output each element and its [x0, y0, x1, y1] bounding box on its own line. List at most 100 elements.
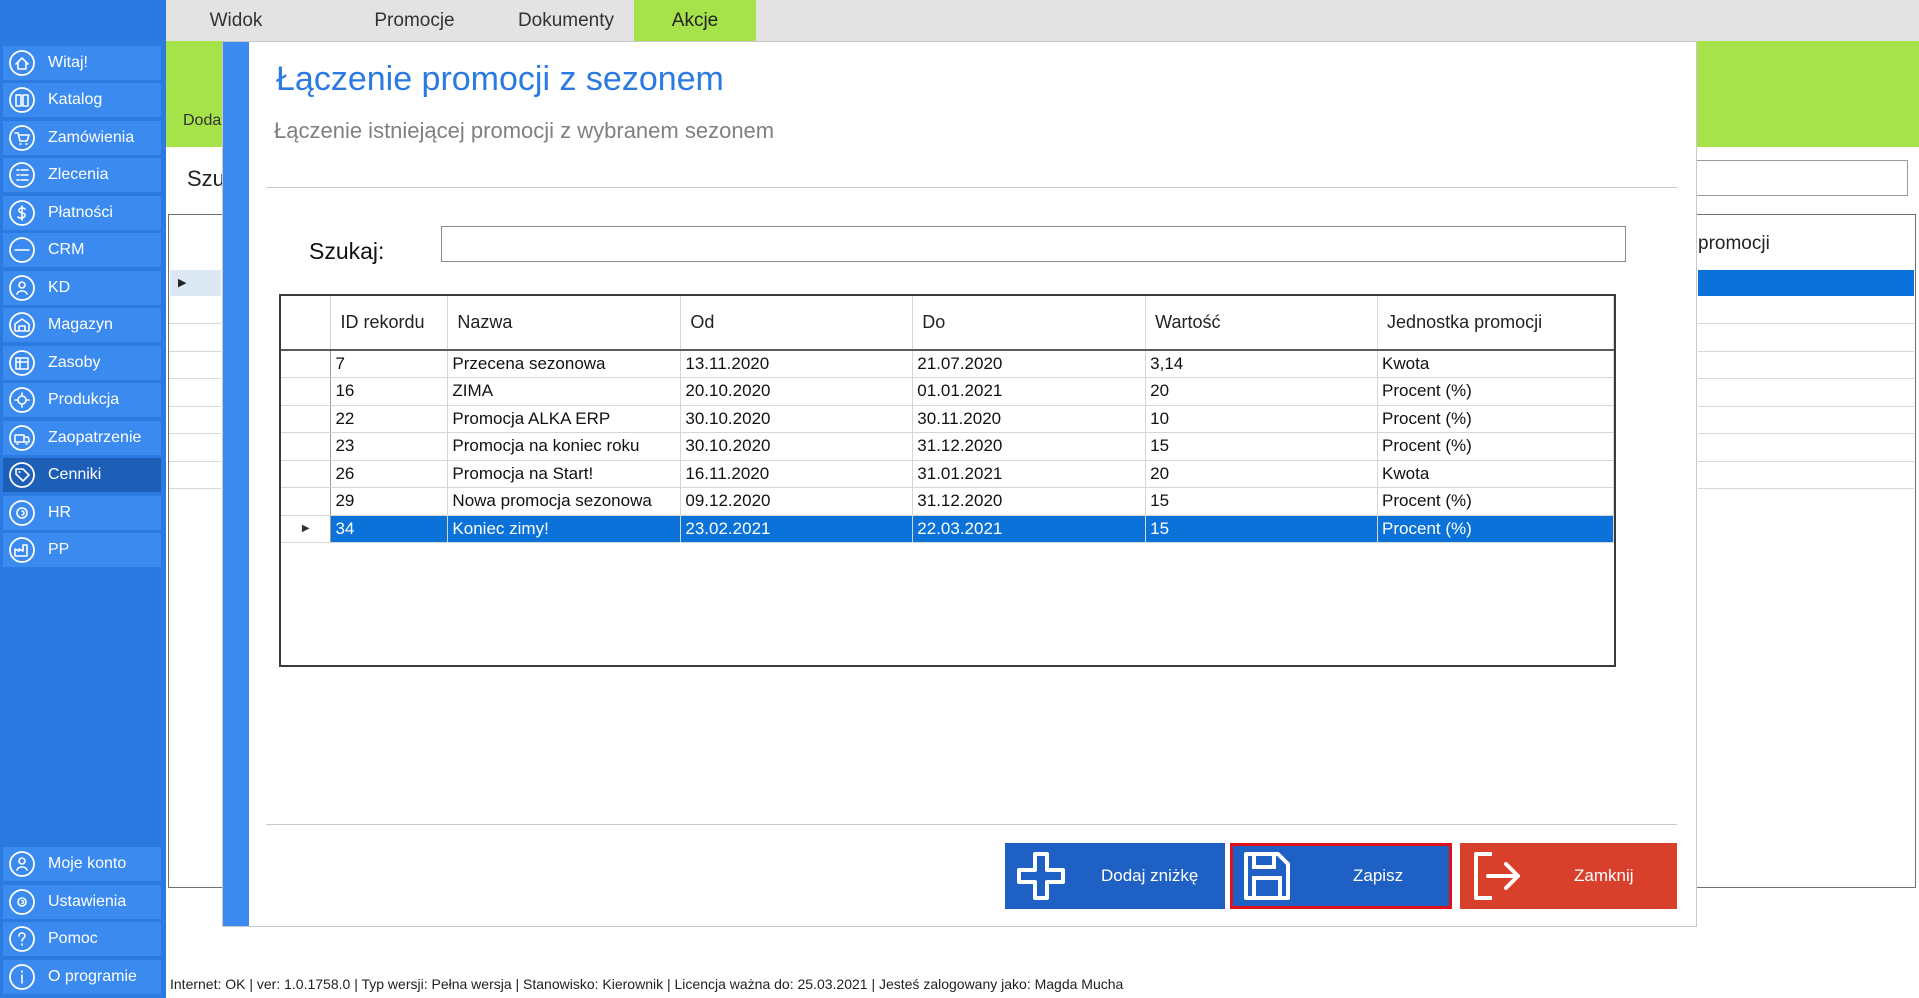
sidebar-item-ustawienia[interactable]: Ustawienia	[3, 885, 161, 919]
background-row-divider	[1698, 406, 1914, 407]
cell-jednostka: Procent (%)	[1377, 377, 1614, 406]
sidebar-item-pomoc[interactable]: Pomoc	[3, 922, 161, 956]
cell-od: 23.02.2021	[680, 515, 914, 543]
cell-wartosc: 20	[1145, 377, 1379, 406]
account-icon	[9, 851, 35, 877]
cell-wartosc: 3,14	[1145, 350, 1379, 378]
background-row-divider	[169, 378, 221, 379]
sidebar-item-magazyn[interactable]: Magazyn	[3, 308, 161, 342]
tab-widok[interactable]: Widok	[186, 0, 286, 41]
sidebar-item-kd[interactable]: KD	[3, 271, 161, 305]
row-header[interactable]	[281, 377, 332, 406]
table-row[interactable]: 26 Promocja na Start! 16.11.2020 31.01.2021…	[281, 460, 1614, 488]
table-row[interactable]: 22 Promocja ALKA ERP 30.10.2020 30.11.2020 1…	[281, 405, 1614, 433]
table-row[interactable]: 23 Promocja na koniec roku 30.10.2020 31.12…	[281, 432, 1614, 461]
sidebar-item-moje-konto[interactable]: Moje konto	[3, 847, 161, 881]
row-header[interactable]	[281, 432, 332, 461]
table-row[interactable]: 7 Przecena sezonowa 13.11.2020 21.07.2020 3,…	[281, 350, 1614, 378]
column-header-id[interactable]: ID rekordu	[330, 296, 449, 351]
column-header-jednostka[interactable]: Jednostka promocji	[1377, 296, 1614, 351]
tab-akcje[interactable]: Akcje	[634, 0, 756, 41]
cell-nazwa: Nowa promocja sezonowa	[447, 487, 682, 516]
sidebar-item-label: PP	[48, 541, 70, 558]
cell-wartosc: 20	[1145, 460, 1379, 488]
sidebar-item-label: Pomoc	[48, 930, 98, 947]
divider	[266, 187, 1677, 188]
link-promotion-dialog: Łączenie promocji z sezonem Łączenie ist…	[222, 41, 1697, 927]
sidebar-item-pp[interactable]: PP	[3, 533, 161, 567]
table-row[interactable]: 16 ZIMA 20.10.2020 01.01.2021 20 Procent (%)	[281, 377, 1614, 406]
sidebar-item-zaopatrzenie[interactable]: Zaopatrzenie	[3, 421, 161, 455]
crm-icon	[9, 237, 35, 263]
background-row-divider	[169, 488, 221, 489]
floppy-disk-icon	[1244, 852, 1290, 900]
tab-dokumenty[interactable]: Dokumenty	[496, 0, 636, 41]
row-header[interactable]	[281, 487, 332, 516]
sidebar: Witaj! Katalog Zamówienia Zlecenia Płatności…	[0, 0, 166, 998]
background-row-divider	[169, 461, 221, 462]
cell-id: 16	[330, 377, 449, 406]
sidebar-item-label: Witaj!	[48, 54, 88, 71]
sidebar-item-zlecenia[interactable]: Zlecenia	[3, 158, 161, 192]
row-header[interactable]	[281, 460, 332, 488]
ribbon-button-label[interactable]: Doda	[183, 112, 221, 130]
cell-od: 16.11.2020	[680, 460, 914, 488]
cell-jednostka: Kwota	[1377, 460, 1614, 488]
list-icon	[9, 162, 35, 188]
column-header-nazwa[interactable]: Nazwa	[447, 296, 682, 351]
tab-promocje[interactable]: Promocje	[346, 0, 483, 41]
sidebar-item-label: Zamówienia	[48, 129, 135, 146]
column-header-wartosc[interactable]: Wartość	[1145, 296, 1379, 351]
cell-nazwa: Promocja ALKA ERP	[447, 405, 682, 433]
sidebar-item-label: Ustawienia	[48, 893, 127, 910]
cell-wartosc: 15	[1145, 515, 1379, 543]
cell-id: 26	[330, 460, 449, 488]
dialog-subtitle: Łączenie istniejącej promocji z wybranem…	[274, 118, 775, 143]
cell-id: 7	[330, 350, 449, 378]
row-header[interactable]	[281, 350, 332, 378]
sidebar-item-label: Moje konto	[48, 855, 127, 872]
background-search-input[interactable]	[1690, 160, 1908, 196]
row-header[interactable]: ▶	[281, 515, 332, 543]
info-icon	[9, 964, 35, 990]
cell-do: 31.12.2020	[912, 432, 1147, 461]
sidebar-item-zamówienia[interactable]: Zamówienia	[3, 121, 161, 155]
save-button[interactable]: Zapisz	[1230, 843, 1452, 909]
sidebar-item-cenniki[interactable]: Cenniki	[3, 458, 161, 492]
cart-icon	[9, 125, 35, 151]
sidebar-item-płatności[interactable]: Płatności	[3, 196, 161, 230]
cell-jednostka: Procent (%)	[1377, 405, 1614, 433]
top-menu-bar: Widok Promocje Dokumenty Akcje	[166, 0, 1919, 41]
column-header-do[interactable]: Do	[912, 296, 1147, 351]
column-header-od[interactable]: Od	[680, 296, 914, 351]
cell-do: 30.11.2020	[912, 405, 1147, 433]
home-icon	[9, 50, 35, 76]
background-selected-row	[1698, 270, 1914, 296]
factory-icon	[9, 537, 35, 563]
row-header[interactable]	[281, 405, 332, 433]
warehouse-icon	[9, 312, 35, 338]
table-row[interactable]: ▶ 34 Koniec zimy! 23.02.2021 22.03.2021 15 Pro…	[281, 515, 1614, 543]
sidebar-item-label: Cenniki	[48, 466, 102, 483]
search-input[interactable]	[441, 226, 1626, 262]
cell-jednostka: Kwota	[1377, 350, 1614, 378]
sidebar-item-witaj[interactable]: Witaj!	[3, 46, 161, 80]
sidebar-item-crm[interactable]: CRM	[3, 233, 161, 267]
tag-icon	[9, 462, 35, 488]
cell-do: 01.01.2021	[912, 377, 1147, 406]
sidebar-item-produkcja[interactable]: Produkcja	[3, 383, 161, 417]
sidebar-item-zasoby[interactable]: Zasoby	[3, 346, 161, 380]
close-button[interactable]: Zamknij	[1460, 843, 1677, 909]
background-row-divider	[169, 323, 221, 324]
add-discount-button[interactable]: Dodaj zniżkę	[1005, 843, 1225, 909]
cell-od: 20.10.2020	[680, 377, 914, 406]
promotions-table: ID rekordu Nazwa Od Do Wartość Jednostka…	[281, 296, 1614, 543]
sidebar-item-o-programie[interactable]: O programie	[3, 960, 161, 994]
book-icon	[9, 87, 35, 113]
sidebar-item-hr[interactable]: HR	[3, 496, 161, 530]
dialog-title: Łączenie promocji z sezonem	[276, 60, 724, 98]
sidebar-item-katalog[interactable]: Katalog	[3, 83, 161, 117]
background-row-divider	[169, 351, 221, 352]
cell-nazwa: Przecena sezonowa	[447, 350, 682, 378]
table-row[interactable]: 29 Nowa promocja sezonowa 09.12.2020 31.12.…	[281, 487, 1614, 516]
